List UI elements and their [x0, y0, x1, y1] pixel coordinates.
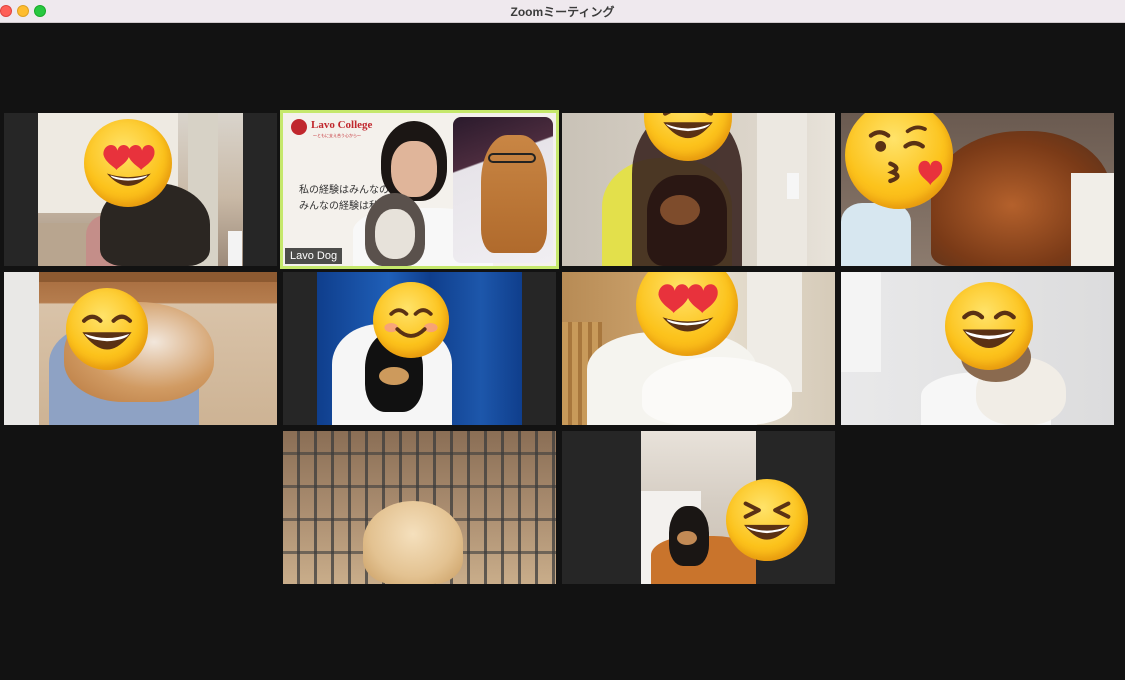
gallery-view: Lavo College 〜ともに支え合う心から〜 私の経験はみんなの みんなの…: [0, 23, 1125, 680]
video-tile-participant-5[interactable]: [4, 272, 277, 425]
window-title: Zoomミーティング: [510, 5, 615, 19]
video-tile-participant-10[interactable]: [562, 431, 835, 584]
video-tile-participant-9[interactable]: [283, 431, 556, 584]
slide-line-1: 私の経験はみんなの: [299, 185, 389, 196]
participant-name-label: Lavo Dog: [285, 248, 343, 264]
video-tile-participant-1[interactable]: [4, 113, 277, 266]
video-tile-participant-8[interactable]: [841, 272, 1114, 425]
smiling-blush-emoji-icon: [373, 282, 449, 358]
grinning-smile-emoji-icon: [66, 288, 148, 370]
video-tile-participant-7[interactable]: [562, 272, 835, 425]
video-tile-participant-4[interactable]: [841, 113, 1114, 266]
heart-eyes-emoji-icon: [84, 119, 172, 207]
video-tile-participant-6[interactable]: [283, 272, 556, 425]
slide-tagline: 〜ともに支え合う心から〜: [313, 133, 361, 138]
participant-video: Lavo College 〜ともに支え合う心から〜 私の経験はみんなの みんなの…: [283, 113, 556, 266]
slide-line-2: みんなの経験は私: [299, 201, 379, 212]
squinting-laugh-emoji-icon: [644, 113, 732, 161]
heart-eyes-emoji-icon: [636, 272, 738, 356]
slide-logo-text: Lavo College: [311, 119, 373, 131]
participant-video: [283, 431, 556, 584]
kissing-heart-emoji-icon: [845, 113, 953, 209]
lavo-college-logo-icon: [291, 119, 307, 135]
grinning-smile-emoji-icon: [945, 282, 1033, 370]
video-tile-participant-2[interactable]: Lavo College 〜ともに支え合う心から〜 私の経験はみんなの みんなの…: [283, 113, 556, 266]
video-tile-participant-3[interactable]: [562, 113, 835, 266]
squinting-laugh-emoji-icon: [726, 479, 808, 561]
window-titlebar: Zoomミーティング: [0, 0, 1125, 23]
